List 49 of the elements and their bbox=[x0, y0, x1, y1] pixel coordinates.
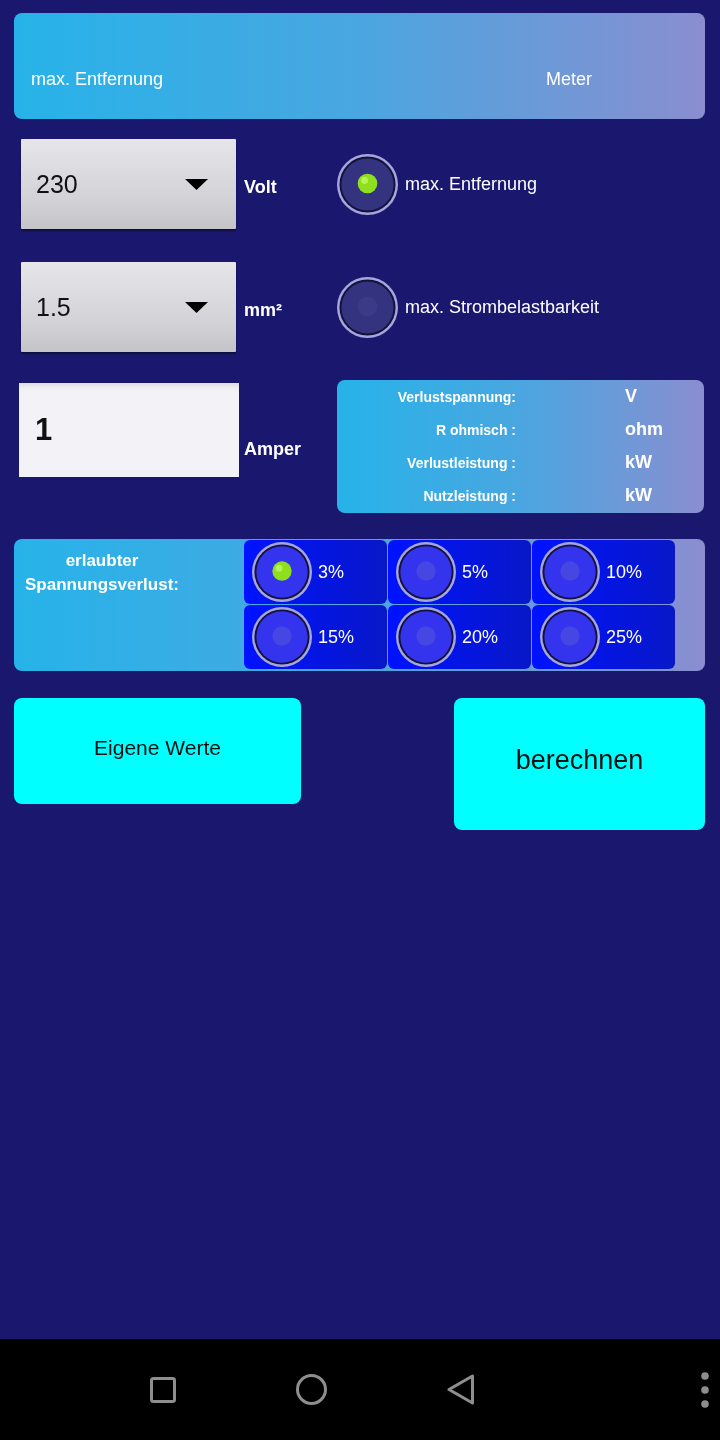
result-label: Nutzleistung : bbox=[423, 487, 516, 504]
field-label: max. Entfernung bbox=[31, 68, 165, 90]
action-button[interactable]: berechnen bbox=[454, 698, 705, 830]
option-label[interactable]: 15% bbox=[318, 626, 355, 648]
panel-label: erlaubter Spannungsverlust: bbox=[24, 550, 180, 596]
dropdown[interactable]: 1.5 bbox=[21, 262, 236, 352]
radio-button[interactable] bbox=[396, 607, 456, 667]
caret-icon bbox=[185, 178, 208, 190]
option-label[interactable]: 20% bbox=[462, 626, 499, 648]
action-button[interactable]: Eigene Werte bbox=[14, 698, 301, 804]
dropdown-value: 1.5 bbox=[36, 292, 71, 322]
radio-button[interactable] bbox=[540, 607, 600, 667]
caret-icon bbox=[185, 301, 208, 313]
dropdown-value: 230 bbox=[36, 169, 78, 199]
option-tile[interactable]: 5% bbox=[388, 540, 531, 604]
unit-label: Volt bbox=[244, 175, 278, 198]
unit-label: ohm bbox=[625, 419, 664, 440]
option-tile[interactable]: 15% bbox=[244, 605, 387, 669]
radio-button[interactable] bbox=[540, 542, 600, 602]
radio-button[interactable] bbox=[252, 542, 312, 602]
radio-button[interactable] bbox=[337, 276, 398, 338]
menu-dots-icon[interactable] bbox=[701, 1371, 709, 1408]
option-label[interactable]: 25% bbox=[606, 626, 643, 648]
dropdown[interactable]: 230 bbox=[21, 139, 236, 229]
unit-label: kW bbox=[625, 452, 653, 473]
option-label[interactable]: max. Strombelastbarkeit bbox=[405, 296, 600, 318]
circle-icon[interactable] bbox=[296, 1374, 327, 1405]
result-label: Verlustspannung: bbox=[397, 388, 516, 405]
square-icon[interactable] bbox=[150, 1376, 176, 1403]
option-label[interactable]: 3% bbox=[318, 561, 344, 583]
radio-button[interactable] bbox=[252, 607, 312, 667]
back-icon[interactable] bbox=[447, 1374, 475, 1405]
option-tile[interactable]: 25% bbox=[532, 605, 675, 669]
unit-label: kW bbox=[625, 485, 653, 506]
radio-button[interactable] bbox=[337, 153, 398, 215]
unit-label: Amper bbox=[244, 438, 302, 460]
input-field[interactable]: 1 bbox=[19, 383, 239, 477]
option-tile[interactable]: 10% bbox=[532, 540, 675, 604]
option-label[interactable]: 5% bbox=[462, 561, 488, 583]
unit-label: Meter bbox=[546, 68, 593, 90]
unit-label: V bbox=[625, 386, 638, 407]
unit-label: mm² bbox=[244, 298, 283, 321]
option-tile[interactable]: 20% bbox=[388, 605, 531, 669]
option-label[interactable]: max. Entfernung bbox=[405, 173, 538, 195]
option-tile[interactable]: 3% bbox=[244, 540, 387, 604]
option-label[interactable]: 10% bbox=[606, 561, 643, 583]
radio-button[interactable] bbox=[396, 542, 456, 602]
result-label: R ohmisch : bbox=[435, 421, 516, 438]
result-label: Verlustleistung : bbox=[407, 454, 516, 471]
